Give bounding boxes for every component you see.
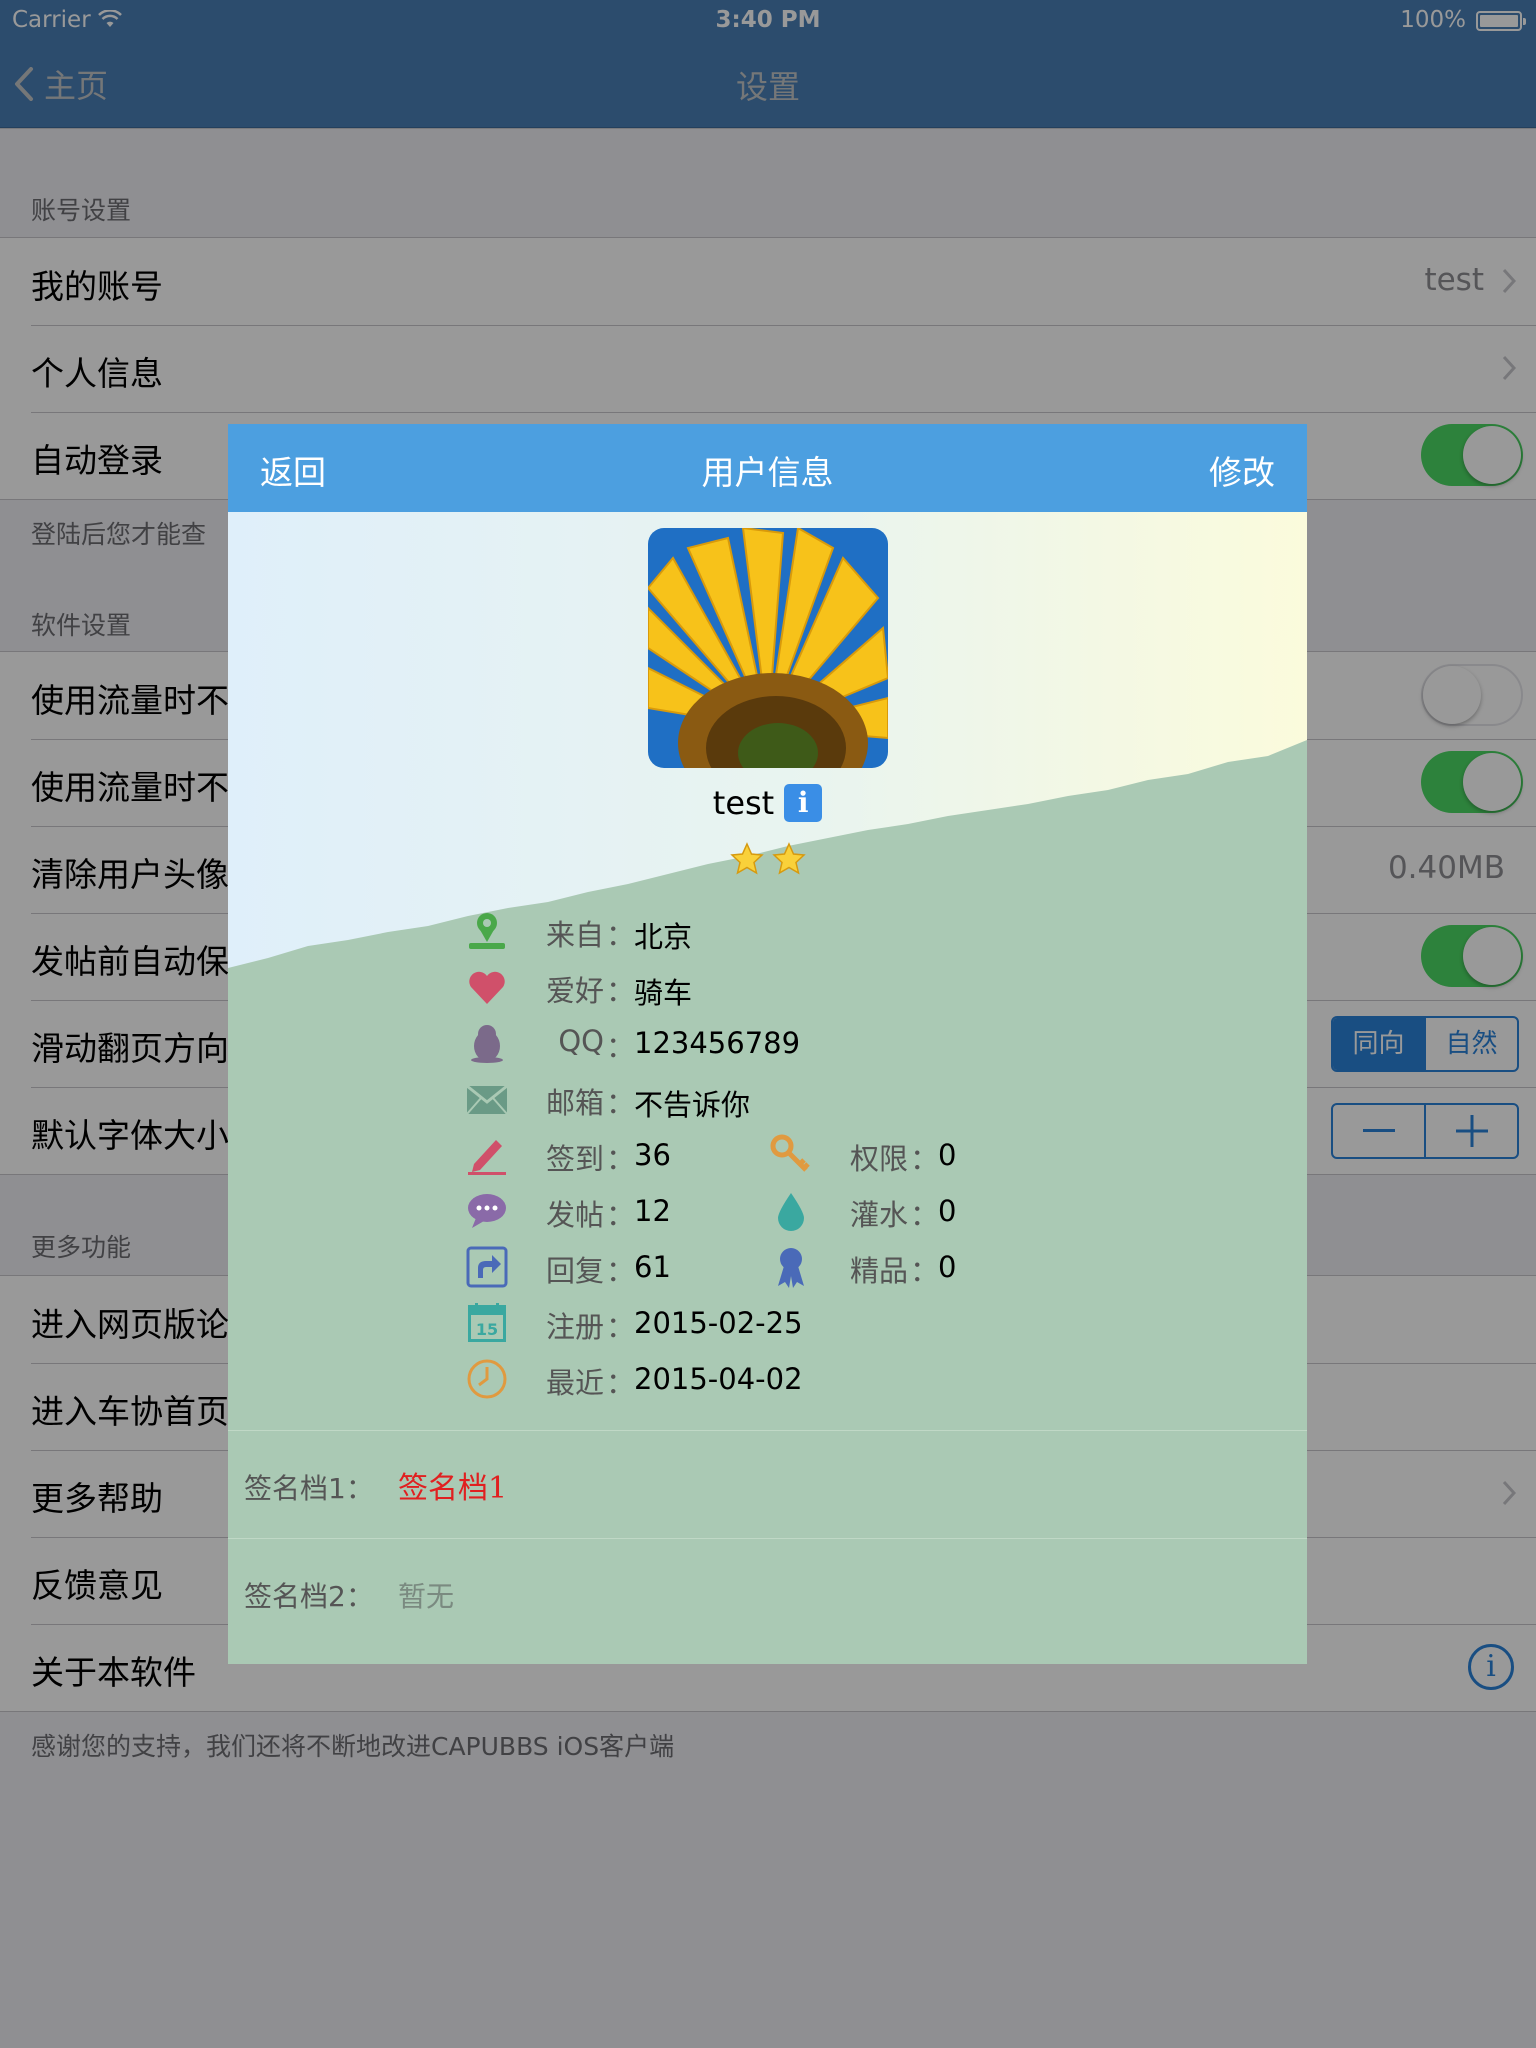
- qq-penguin-icon: [471, 1025, 503, 1063]
- hobby-label: 爱好: [545, 974, 604, 1008]
- star-rating: [228, 842, 1307, 880]
- posts-label: 发帖: [545, 1198, 604, 1232]
- pencil-icon: [468, 1140, 506, 1175]
- replies-value: 61: [634, 1250, 671, 1284]
- colon: ：: [606, 1310, 636, 1344]
- colon: ：: [910, 1142, 940, 1176]
- info-row-signin: 签到： 36: [466, 1134, 766, 1180]
- signature-1-value: 签名档1: [398, 1471, 508, 1506]
- info-row-qq: QQ： 123456789: [466, 1022, 826, 1068]
- signature-2-value: 暂无: [398, 1580, 455, 1613]
- info-row-featured: 精品： 0: [770, 1246, 1010, 1292]
- info-row-posts: 发帖： 12: [466, 1190, 766, 1236]
- info-row-water: 灌水： 0: [770, 1190, 1010, 1236]
- speech-bubble-icon: [468, 1194, 506, 1228]
- hobby-value: 骑车: [634, 976, 693, 1010]
- register-label: 注册: [545, 1310, 604, 1344]
- colon: ：: [606, 1254, 636, 1288]
- colon: ：: [910, 1254, 940, 1288]
- envelope-icon: [466, 1084, 508, 1115]
- qq-value: 123456789: [634, 1026, 801, 1060]
- info-badge-icon[interactable]: i: [784, 784, 823, 822]
- permission-value: 0: [938, 1138, 957, 1172]
- avatar[interactable]: [648, 528, 888, 768]
- username-text: test: [712, 784, 775, 822]
- username: test i: [228, 782, 1307, 822]
- recent-value: 2015-04-02: [634, 1362, 803, 1396]
- water-value: 0: [938, 1194, 957, 1228]
- star-icon: [771, 842, 806, 875]
- heart-icon: [469, 971, 505, 1004]
- from-label: 来自: [545, 918, 604, 952]
- register-value: 2015-02-25: [634, 1306, 803, 1340]
- modal-edit-button[interactable]: 修改: [1209, 446, 1275, 494]
- recent-label: 最近: [545, 1366, 604, 1400]
- colon: ：: [606, 1142, 636, 1176]
- svg-text:15: 15: [476, 1320, 498, 1339]
- colon: ：: [606, 1366, 636, 1400]
- ribbon-icon: [778, 1248, 804, 1288]
- reply-arrow-icon: [466, 1246, 508, 1288]
- info-row-from: 来自： 北京: [466, 910, 786, 956]
- modal-header: 返回 用户信息 修改: [228, 424, 1307, 512]
- info-row-permission: 权限： 0: [770, 1134, 1010, 1180]
- calendar-icon: 15: [468, 1303, 506, 1342]
- signature-1-row: 签名档1： 签名档1: [228, 1430, 1307, 1538]
- clock-icon: [467, 1359, 507, 1399]
- info-row-register: 15 注册： 2015-02-25: [466, 1302, 846, 1348]
- info-row-recent: 最近： 2015-04-02: [466, 1358, 846, 1404]
- colon: ：: [606, 1086, 636, 1120]
- modal-title: 用户信息: [701, 453, 834, 492]
- replies-label: 回复: [545, 1254, 604, 1288]
- signature-1-label: 签名档1：: [244, 1472, 374, 1505]
- email-value: 不告诉你: [634, 1088, 751, 1122]
- water-label: 灌水: [849, 1198, 908, 1232]
- info-row-replies: 回复： 61: [466, 1246, 766, 1292]
- info-row-hobby: 爱好： 骑车: [466, 966, 786, 1012]
- signin-value: 36: [634, 1138, 671, 1172]
- featured-label: 精品: [849, 1254, 908, 1288]
- signature-2-row: 签名档2： 暂无: [228, 1538, 1307, 1646]
- colon: ：: [606, 918, 636, 952]
- colon: ：: [606, 1198, 636, 1232]
- featured-value: 0: [938, 1250, 957, 1284]
- star-icon: [729, 842, 764, 875]
- info-row-email: 邮箱： 不告诉你: [466, 1078, 826, 1124]
- from-value: 北京: [634, 920, 693, 954]
- location-pin-icon: [469, 913, 505, 949]
- user-info-modal: 返回 用户信息 修改 test i 来自 ： 北京 爱好 ： 骑车 QQ ： 1…: [228, 424, 1307, 1664]
- signin-label: 签到: [545, 1142, 604, 1176]
- key-icon: [770, 1134, 810, 1172]
- permission-label: 权限: [849, 1142, 908, 1176]
- qq-label: QQ: [558, 1024, 604, 1058]
- posts-value: 12: [634, 1194, 671, 1228]
- colon: ：: [606, 974, 636, 1008]
- water-drop-icon: [778, 1193, 804, 1231]
- modal-body: test i 来自： 北京 爱好： 骑车 QQ： 123456789 邮箱： 不告…: [228, 512, 1307, 1664]
- sunflower-avatar-image: [648, 528, 888, 768]
- email-label: 邮箱: [545, 1086, 604, 1120]
- signature-2-label: 签名档2：: [244, 1580, 374, 1613]
- colon: ：: [606, 1030, 636, 1064]
- colon: ：: [910, 1198, 940, 1232]
